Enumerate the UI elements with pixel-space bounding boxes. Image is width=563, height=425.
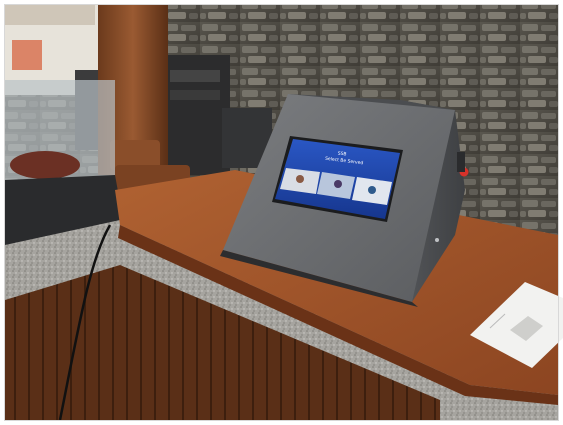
red-item bbox=[12, 40, 42, 70]
cake bbox=[10, 151, 80, 179]
photo-illustration: SSB Select Be Served bbox=[4, 4, 563, 421]
shelf-items bbox=[5, 5, 95, 25]
screen-title: SSB bbox=[337, 150, 346, 157]
photo-frame: SSB Select Be Served bbox=[0, 0, 563, 425]
